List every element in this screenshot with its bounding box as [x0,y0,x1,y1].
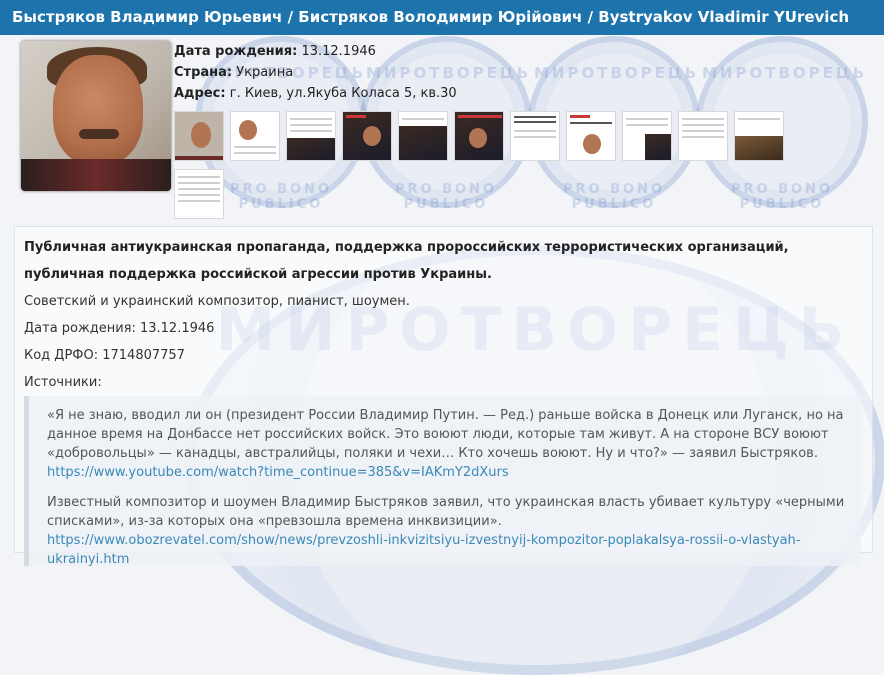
drfo-line: Код ДРФО: 1714807757 [24,348,185,363]
address-row: Адрес: г. Киев, ул.Якуба Коласа 5, кв.30 [174,83,457,104]
evidence-thumbnail[interactable] [734,111,784,161]
profile-info: Дата рождения: 13.12.1946 Страна: Украин… [174,41,457,104]
evidence-thumbnail[interactable] [174,111,224,161]
quote-text-1: «Я не знаю, вводил ли он (президент Росс… [47,408,844,461]
evidence-thumbnail[interactable] [566,111,616,161]
accusation-line-2: публичная поддержка российской агрессии … [24,267,492,282]
quote-text-2: Известный композитор и шоумен Владимир Б… [47,495,845,529]
country-row: Страна: Украина [174,62,457,83]
address-label: Адрес: [174,86,226,101]
evidence-thumbnail[interactable] [342,111,392,161]
bio-line: Советский и украинский композитор, пиани… [24,294,410,309]
evidence-thumbnail[interactable] [286,111,336,161]
dob-line: Дата рождения: 13.12.1946 [24,321,215,336]
source-link-2[interactable]: https://www.obozrevatel.com/show/news/pr… [47,531,861,569]
evidence-thumbnail[interactable] [454,111,504,161]
evidence-thumbnail[interactable] [398,111,448,161]
profile-section: Дата рождения: 13.12.1946 Страна: Украин… [6,35,878,225]
address-value: г. Киев, ул.Якуба Коласа 5, кв.30 [229,86,457,101]
evidence-thumbnail[interactable] [174,169,224,219]
evidence-thumbnail[interactable] [622,111,672,161]
dob-value: 13.12.1946 [301,44,376,59]
sources-heading: Источники: [24,375,102,390]
country-value: Украина [236,65,294,80]
accusation-line-1: Публичная антиукраинская пропаганда, под… [24,240,789,255]
evidence-thumbnail[interactable] [678,111,728,161]
dob-row: Дата рождения: 13.12.1946 [174,41,457,62]
source-link-1[interactable]: https://www.youtube.com/watch?time_conti… [47,463,861,482]
country-label: Страна: [174,65,233,80]
evidence-thumbnail[interactable] [230,111,280,161]
profile-photo[interactable] [21,41,171,191]
dob-label: Дата рождения: [174,44,298,59]
description-panel: Публичная антиукраинская пропаганда, под… [14,226,873,567]
evidence-thumbnails [174,111,784,221]
sources-blockquote: «Я не знаю, вводил ли он (президент Росс… [24,396,861,569]
evidence-thumbnail[interactable] [510,111,560,161]
page-title: Быстряков Владимир Юрьевич / Бистряков В… [0,0,884,35]
